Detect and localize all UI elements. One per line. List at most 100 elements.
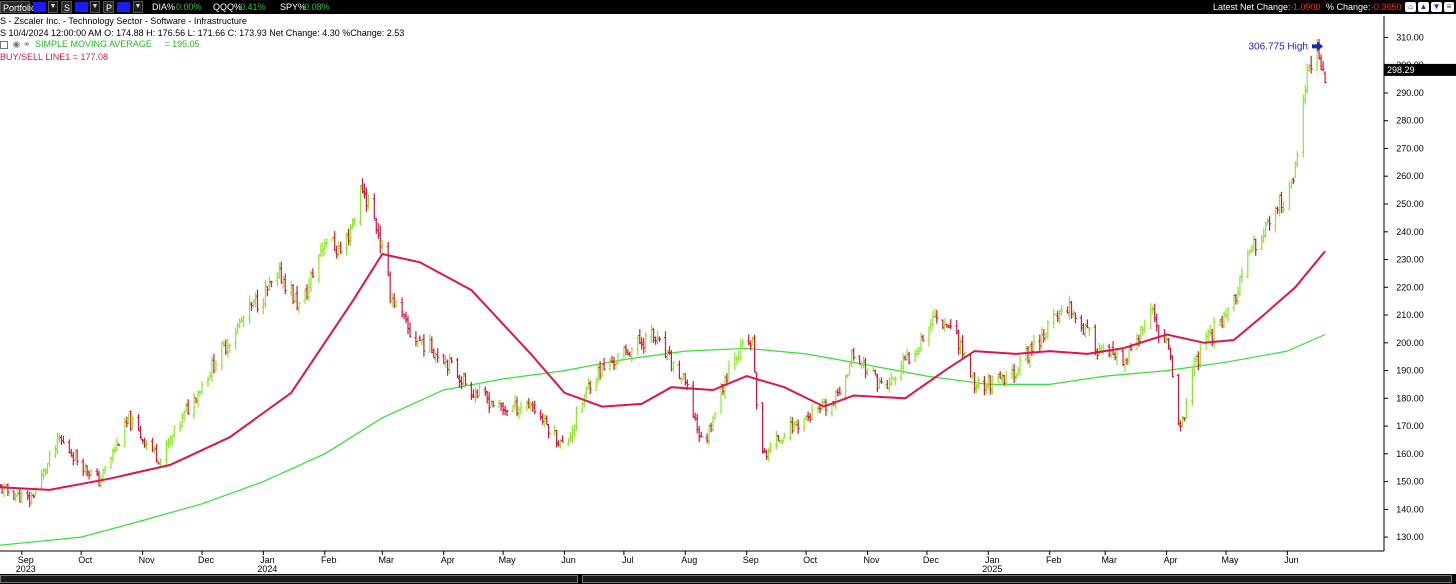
down-price-bar [982, 376, 986, 396]
up-price-bar [788, 416, 792, 441]
home-icon[interactable]: ⌂ [1405, 2, 1416, 12]
down-price-bar [487, 391, 491, 414]
x-tick-label: Feb [321, 555, 337, 565]
down-price-bar [95, 468, 99, 477]
dia-label: DIA% [152, 2, 176, 12]
down-price-bar [1073, 312, 1078, 324]
down-price-bar [362, 183, 366, 199]
p-button[interactable]: P [103, 1, 114, 13]
up-price-bar [73, 449, 77, 461]
sma-legend: ◉ ⚭ SIMPLE MOVING AVERAGE = 195.05 [0, 39, 200, 50]
draw-icon[interactable] [0, 40, 8, 49]
pct-change-value: -0.3650 [1371, 2, 1402, 12]
down-price-bar [311, 268, 315, 278]
chevron-down-icon[interactable]: ▼ [133, 1, 143, 13]
portfolio-button[interactable]: Portfolio [0, 1, 36, 13]
up-price-bar [1246, 249, 1250, 279]
up-price-bar [275, 271, 279, 287]
down-price-bar [339, 241, 343, 255]
down-price-bar [333, 231, 337, 252]
down-price-bar [1234, 293, 1238, 305]
up-price-bar [53, 445, 58, 459]
s-color-swatch[interactable] [75, 2, 88, 12]
y-tick-label: 130.00 [1396, 532, 1424, 542]
up-price-bar [1032, 334, 1036, 353]
up-price-bar [733, 352, 737, 370]
y-tick-label: 140.00 [1396, 504, 1424, 514]
up-price-bar [519, 401, 523, 415]
down-price-bar [0, 484, 4, 494]
y-tick-label: 240.00 [1396, 227, 1424, 237]
up-price-bar [915, 347, 919, 358]
x-tick-label: Sep [743, 555, 759, 565]
up-price-bar [566, 438, 570, 446]
s-button[interactable]: S [61, 1, 72, 13]
down-price-bar [998, 371, 1002, 379]
down-price-bar [1113, 352, 1117, 361]
down-price-bar [691, 381, 695, 419]
down-price-bar [863, 357, 868, 379]
down-price-bar [1319, 54, 1323, 71]
up-price-bar [792, 420, 796, 432]
chevron-down-icon[interactable]: ▼ [90, 1, 100, 13]
x-tick-label: Jun [561, 555, 576, 565]
down-price-bar [1066, 306, 1070, 314]
down-price-bar [1012, 363, 1016, 383]
down-price-bar [624, 344, 628, 356]
up-price-bar [14, 492, 18, 502]
thumbs-up-icon[interactable]: ▲ [1418, 2, 1429, 12]
up-price-bar [671, 361, 675, 373]
down-price-bar [776, 434, 780, 442]
scroll-track-left[interactable] [0, 575, 578, 583]
up-price-bar [321, 242, 325, 257]
portfolio-color-swatch[interactable] [33, 2, 46, 12]
up-price-bar [198, 391, 202, 397]
down-price-bar [545, 415, 549, 425]
up-price-bar [47, 450, 52, 467]
down-price-bar [67, 439, 71, 454]
link-icon[interactable]: ⚭ [23, 39, 31, 49]
down-price-bar [1069, 300, 1074, 319]
down-price-bar [376, 223, 380, 239]
up-price-bar [570, 425, 574, 443]
up-price-bar [83, 463, 87, 475]
up-price-bar [525, 399, 529, 412]
x-tick-year-label: 2023 [16, 564, 36, 574]
down-price-bar [683, 373, 687, 386]
up-price-bar [751, 336, 755, 346]
up-price-bar [200, 381, 204, 395]
up-price-bar [1184, 397, 1188, 420]
p-color-swatch[interactable] [117, 2, 130, 12]
up-price-bar [574, 406, 578, 431]
up-price-bar [184, 402, 188, 414]
menu-icon[interactable]: ≡ [1444, 2, 1454, 12]
down-price-bar [642, 338, 646, 354]
y-tick-label: 160.00 [1396, 449, 1424, 459]
thumbs-down-icon[interactable]: ▼ [1431, 2, 1442, 12]
up-price-bar [1236, 286, 1240, 305]
down-price-bar [378, 225, 382, 254]
up-price-bar [1250, 244, 1254, 254]
down-price-bar [59, 435, 63, 445]
up-price-bar [1028, 344, 1032, 369]
chevron-down-icon[interactable]: ▼ [48, 1, 58, 13]
up-price-bar [1301, 94, 1305, 157]
scroll-thumb[interactable] [582, 575, 1452, 583]
down-price-bar [212, 354, 216, 374]
up-price-bar [416, 339, 420, 348]
down-price-bar [372, 193, 376, 220]
down-price-bar [1279, 191, 1284, 214]
x-tick-year-label: 2025 [982, 564, 1002, 574]
horizontal-scrollbar[interactable] [0, 574, 1456, 584]
x-tick-label: Feb [1046, 555, 1062, 565]
eye-icon[interactable]: ◉ [13, 39, 21, 49]
down-price-bar [432, 348, 436, 359]
up-price-bar [735, 355, 739, 366]
up-price-bar [428, 334, 432, 353]
price-chart: 130.00 140.00 150.00 160.00 170.00 180.00 190.… [0, 16, 1456, 574]
up-price-bar [893, 376, 897, 386]
down-price-bar [1030, 341, 1034, 356]
up-price-bar [1305, 63, 1309, 94]
up-price-bar [448, 353, 452, 374]
up-price-bar [1018, 355, 1022, 376]
